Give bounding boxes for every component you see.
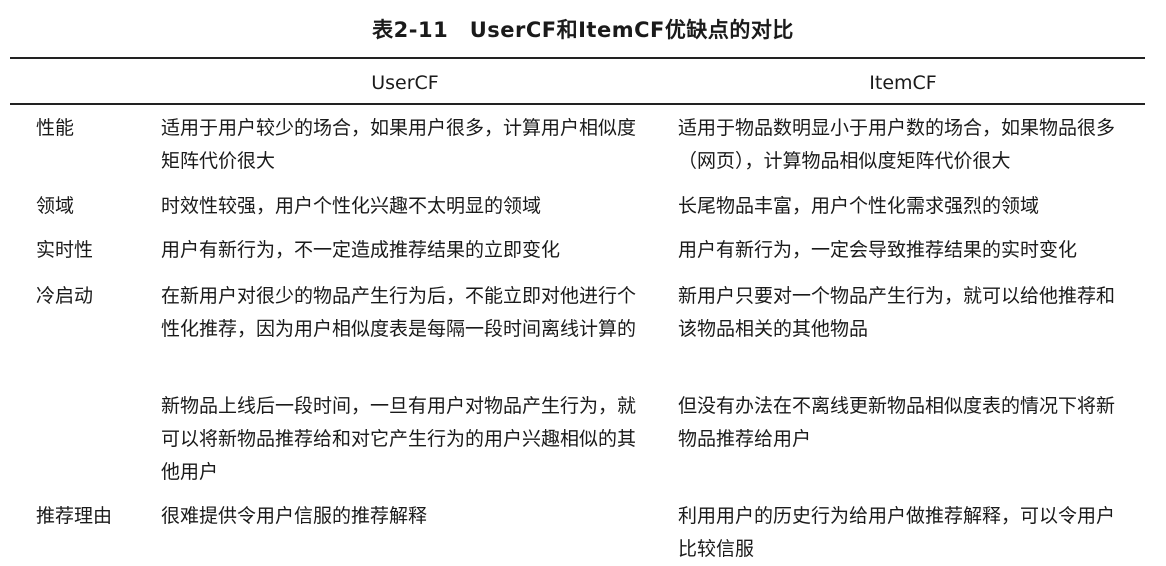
row-label-realtime: 实时性	[36, 239, 94, 261]
cell-itemcf-recommendation-reason: 利用用户的历史行为给用户做推荐解释，可以令用户比较信服	[678, 505, 1116, 560]
table-top-rule	[10, 57, 1145, 59]
cell-usercf-performance: 适用于用户较少的场合，如果用户很多，计算用户相似度矩阵代价很大	[161, 117, 637, 172]
cell-usercf-recommendation-reason: 很难提供令用户信服的推荐解释	[161, 505, 428, 527]
cell-itemcf-domain: 长尾物品丰富，用户个性化需求强烈的领域	[678, 195, 1040, 217]
row-label-domain: 领域	[36, 195, 75, 217]
cell-itemcf-cold-start-new-user: 新用户只要对一个物品产生行为，就可以给他推荐和该物品相关的其他物品	[678, 285, 1116, 340]
column-header-itemcf: ItemCF	[869, 72, 937, 94]
column-header-usercf: UserCF	[371, 72, 439, 94]
row-label-performance: 性能	[36, 117, 75, 139]
row-label-recommendation-reason: 推荐理由	[36, 505, 113, 527]
cell-usercf-cold-start-new-user: 在新用户对很少的物品产生行为后，不能立即对他进行个性化推荐，因为用户相似度表是每…	[161, 285, 637, 340]
cell-itemcf-realtime: 用户有新行为，一定会导致推荐结果的实时变化	[678, 239, 1078, 261]
cell-usercf-realtime: 用户有新行为，不一定造成推荐结果的立即变化	[161, 239, 561, 261]
cell-usercf-cold-start-new-item: 新物品上线后一段时间，一旦有用户对物品产生行为，就可以将新物品推荐给和对它产生行…	[161, 395, 637, 483]
cell-itemcf-cold-start-new-item: 但没有办法在不离线更新物品相似度表的情况下将新物品推荐给用户	[678, 395, 1116, 450]
row-label-cold-start: 冷启动	[36, 285, 94, 307]
table-header-rule	[10, 103, 1145, 105]
cell-usercf-domain: 时效性较强，用户个性化兴趣不太明显的领域	[161, 195, 542, 217]
table-caption: 表2-11 UserCF和ItemCF优缺点的对比	[372, 18, 794, 42]
cell-itemcf-performance: 适用于物品数明显小于用户数的场合，如果物品很多（网页），计算物品相似度矩阵代价很…	[678, 117, 1116, 172]
